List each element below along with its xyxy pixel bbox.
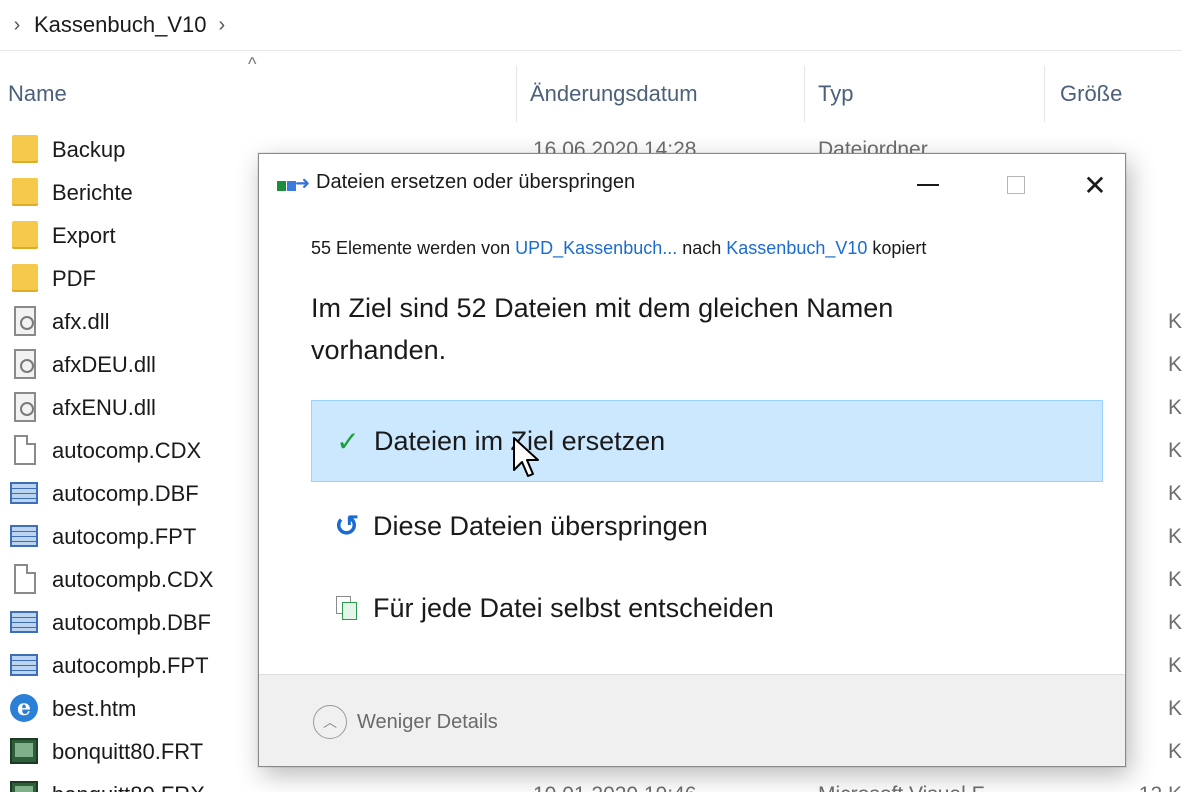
frt-icon [10, 781, 38, 792]
chevron-right-icon[interactable]: › [206, 14, 225, 37]
folder-icon [12, 178, 38, 206]
close-button[interactable]: ✕ [1070, 154, 1120, 216]
maximize-icon [1007, 176, 1025, 194]
copy-info-prefix: 55 Elemente werden von [311, 238, 516, 258]
divider [0, 50, 1182, 51]
file-name: bonquitt80.FRT [52, 738, 204, 764]
decide-each-label: Für jede Datei selbst entscheiden [373, 592, 774, 623]
breadcrumb-current[interactable]: Kassenbuch_V10 [34, 12, 206, 38]
skip-arrow-icon: ↺ [334, 508, 360, 544]
dll-icon [14, 349, 36, 379]
file-name: best.htm [52, 695, 137, 721]
chevron-up-icon: ︿ [313, 705, 347, 739]
fewer-details-label: Weniger Details [357, 710, 498, 733]
fewer-details-button[interactable]: ︿ Weniger Details [313, 705, 498, 739]
dialog-title: Dateien ersetzen oder überspringen [316, 171, 636, 193]
file-size: 12 K [1139, 783, 1182, 792]
file-name: afxDEU.dll [52, 351, 156, 377]
table-icon [10, 482, 38, 504]
skip-files-option[interactable]: ↺ Diese Dateien überspringen [311, 484, 1103, 568]
frt-icon [10, 738, 38, 764]
compare-files-icon [336, 596, 358, 620]
file-size: K [1167, 610, 1182, 634]
file-size: K [1167, 309, 1182, 333]
chevron-right-icon[interactable]: › [0, 14, 34, 37]
file-name: afx.dll [52, 308, 110, 334]
table-icon [10, 654, 38, 676]
file-size: K [1167, 567, 1182, 591]
file-date: 10.01.2020 19:46 [533, 783, 697, 792]
breadcrumb: › Kassenbuch_V10 › [0, 0, 1182, 50]
file-icon [14, 564, 36, 594]
folder-icon [12, 264, 38, 292]
file-size: K [1167, 395, 1182, 419]
column-separator[interactable] [1044, 66, 1045, 122]
file-name: autocompb.CDX [52, 566, 214, 592]
copy-info-middle: nach [677, 238, 727, 258]
table-icon [10, 611, 38, 633]
dialog-body: 55 Elemente werden von UPD_Kassenbuch...… [311, 238, 1111, 371]
copy-info-suffix: kopiert [867, 238, 927, 258]
column-header-type[interactable]: Typ [818, 60, 853, 128]
file-size: K [1167, 524, 1182, 548]
column-header-name[interactable]: Name [8, 60, 67, 128]
dll-icon [14, 392, 36, 422]
target-folder-link[interactable]: Kassenbuch_V10 [726, 238, 867, 258]
decide-each-option[interactable]: Für jede Datei selbst entscheiden [311, 566, 1103, 650]
folder-icon [12, 221, 38, 249]
dll-icon [14, 306, 36, 336]
close-icon: ✕ [1083, 168, 1107, 202]
file-icon [14, 435, 36, 465]
replace-files-option[interactable]: ✓ Dateien im Ziel ersetzen [311, 400, 1103, 482]
file-name: autocompb.DBF [52, 609, 211, 635]
conflict-headline: Im Ziel sind 52 Dateien mit dem gleichen… [311, 293, 894, 365]
file-size: K [1167, 696, 1182, 720]
column-header-date[interactable]: Änderungsdatum [530, 60, 698, 128]
file-name: autocompb.FPT [52, 652, 209, 678]
file-size: K [1167, 739, 1182, 763]
file-size: K [1167, 438, 1182, 462]
file-name: autocomp.FPT [52, 523, 197, 549]
file-row[interactable]: bonquitt80.FRX 10.01.2020 19:46 Microsoft … [0, 773, 1182, 792]
file-name: PDF [52, 265, 96, 291]
file-name: afxENU.dll [52, 394, 156, 420]
ie-icon: e [10, 694, 38, 722]
column-separator[interactable] [516, 66, 517, 122]
file-size: K [1167, 481, 1182, 505]
source-folder-link[interactable]: UPD_Kassenbuch... [515, 238, 677, 258]
file-name: autocomp.CDX [52, 437, 202, 463]
file-name: autocomp.DBF [52, 480, 199, 506]
file-name: bonquitt80.FRX [52, 782, 205, 792]
skip-files-label: Diese Dateien überspringen [373, 510, 708, 541]
file-name: Backup [52, 136, 126, 162]
mouse-pointer-icon [513, 437, 539, 477]
dialog-footer: ︿ Weniger Details [259, 674, 1125, 766]
column-header-size[interactable]: Größe [1060, 60, 1122, 128]
checkmark-icon: ✓ [336, 425, 360, 457]
table-icon [10, 525, 38, 547]
dialog-titlebar[interactable]: ➜ Dateien ersetzen oder überspringen ✕ [259, 154, 1125, 216]
replace-or-skip-dialog: ➜ Dateien ersetzen oder überspringen ✕ 5… [258, 153, 1126, 767]
folder-icon [12, 135, 38, 163]
file-size: K [1167, 352, 1182, 376]
file-copy-icon: ➜ [277, 173, 311, 195]
file-type: Microsoft Visual F... [818, 783, 1000, 792]
sort-ascending-icon: ^ [248, 54, 257, 74]
column-separator[interactable] [804, 66, 805, 122]
maximize-button [981, 154, 1051, 216]
copy-info: 55 Elemente werden von UPD_Kassenbuch...… [311, 238, 1111, 259]
column-headers: Name ^ Änderungsdatum Typ Größe [0, 54, 1182, 128]
file-name: Berichte [52, 179, 133, 205]
minimize-icon [917, 184, 939, 186]
minimize-button[interactable] [893, 154, 963, 216]
file-name: Export [52, 222, 116, 248]
file-size: K [1167, 653, 1182, 677]
